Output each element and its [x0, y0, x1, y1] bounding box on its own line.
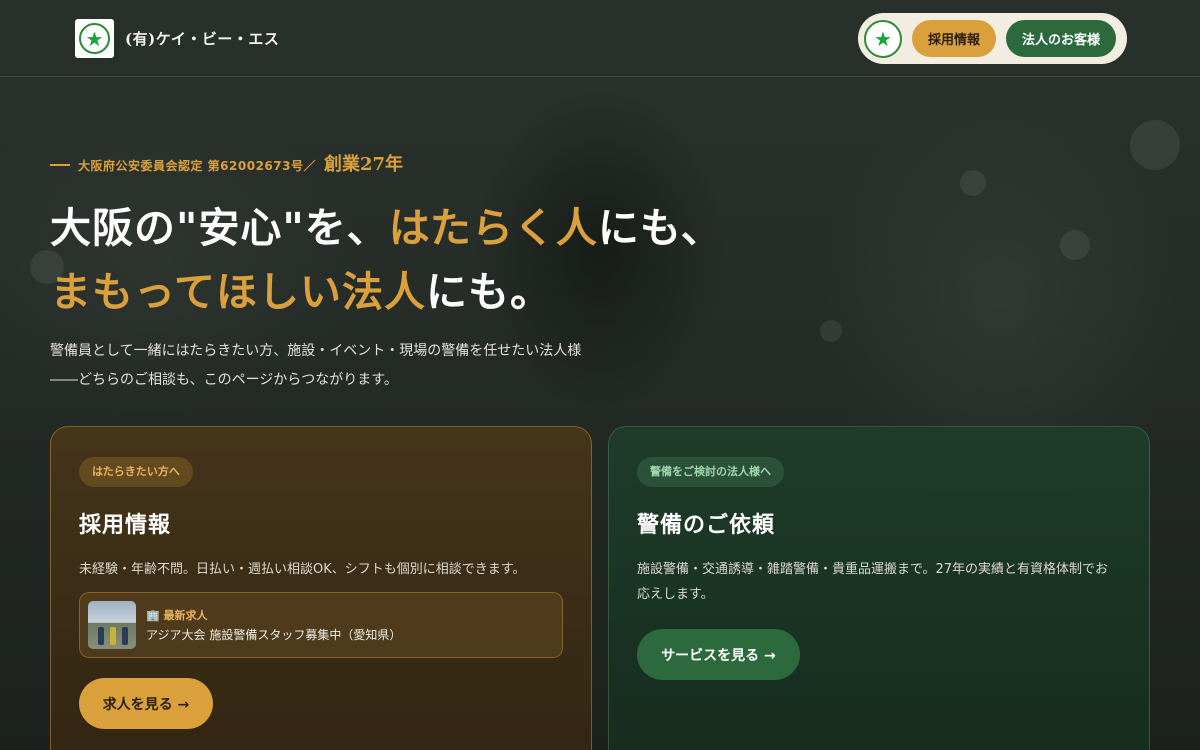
recruit-description: 未経験・年齢不問。日払い・週払い相談OK、シフトも個別に相談できます。 [79, 562, 526, 577]
latest-job-title: アジア大会 施設警備スタッフ募集中（愛知県） [146, 628, 402, 642]
thumbnail-figure [98, 627, 104, 645]
latest-job-link[interactable]: 🏢 最新求人 アジア大会 施設警備スタッフ募集中（愛知県） [79, 592, 563, 658]
eyebrow-dash [50, 164, 70, 166]
lead-line: ――どちらのご相談も、このページからつながります。 [50, 372, 398, 388]
company-logo[interactable]: ★ [75, 19, 114, 58]
hero-lead: 警備員として一緒にはたらきたい方、施設・イベント・現場の警備を任せたい法人様 ―… [50, 337, 750, 395]
job-thumbnail [88, 601, 136, 649]
brand-name[interactable]: (有)ケイ・ビー・エス [125, 28, 279, 49]
hero-eyebrow: 大阪府公安委員会認定 第62002673号／ 創業27年 [50, 150, 403, 176]
service-title: 警備のご依頼 [637, 512, 776, 538]
thumbnail-figure [110, 627, 116, 645]
logo-emblem: ★ [79, 23, 110, 54]
bokeh-light [1130, 120, 1180, 170]
star-emblem-icon: ★ [874, 26, 892, 51]
headline-highlight: まもってほしい法人 [50, 268, 426, 316]
nav-recruit-button[interactable]: 採用情報 [912, 20, 996, 57]
job-text: 🏢 最新求人 アジア大会 施設警備スタッフ募集中（愛知県） [146, 607, 401, 643]
service-tag: 警備をご検討の法人様へ [637, 457, 784, 487]
certification-text: 大阪府公安委員会認定 第62002673号／ [78, 159, 316, 173]
hero-headline: 大阪の"安心"を、はたらく人にも、 まもってほしい法人にも。 [50, 196, 810, 324]
headline-part: 大阪の"安心"を、 [50, 204, 389, 252]
nav-logo[interactable]: ★ [864, 19, 902, 58]
service-description: 施設警備・交通誘導・雑踏警備・貴重品運搬まで。27年の実績と有資格体制でお応えし… [637, 562, 1109, 602]
latest-job-label: 🏢 最新求人 [146, 609, 208, 622]
headline-part: にも、 [597, 204, 723, 252]
view-jobs-button[interactable]: 求人を見る → [79, 678, 213, 729]
bokeh-light [960, 170, 986, 196]
service-card: 警備をご検討の法人様へ 警備のご依頼 施設警備・交通誘導・雑踏警備・貴重品運搬ま… [608, 426, 1150, 750]
bokeh-light [820, 320, 842, 342]
bokeh-light [1060, 230, 1090, 260]
nav-corporate-button[interactable]: 法人のお客様 [1006, 20, 1116, 57]
years-text: 創業27年 [323, 154, 404, 175]
thumbnail-figure [122, 627, 128, 645]
recruit-tag: はたらきたい方へ [79, 457, 193, 487]
recruit-title: 採用情報 [79, 512, 172, 538]
headline-highlight: はたらく人 [388, 204, 598, 252]
recruit-card: はたらきたい方へ 採用情報 未経験・年齢不問。日払い・週払い相談OK、シフトも個… [50, 426, 592, 750]
header-nav: ★ 採用情報 法人のお客様 [858, 13, 1127, 64]
view-services-button[interactable]: サービスを見る → [637, 629, 800, 680]
lead-line: 警備員として一緒にはたらきたい方、施設・イベント・現場の警備を任せたい法人様 [50, 343, 582, 359]
headline-part: にも。 [425, 268, 552, 316]
site-header: ★ (有)ケイ・ビー・エス ★ 採用情報 法人のお客様 [0, 0, 1200, 77]
star-emblem-icon: ★ [85, 26, 104, 51]
brand[interactable]: ★ (有)ケイ・ビー・エス [75, 19, 279, 58]
page: ★ (有)ケイ・ビー・エス ★ 採用情報 法人のお客様 大阪府公安委員会認定 第… [0, 0, 1200, 750]
